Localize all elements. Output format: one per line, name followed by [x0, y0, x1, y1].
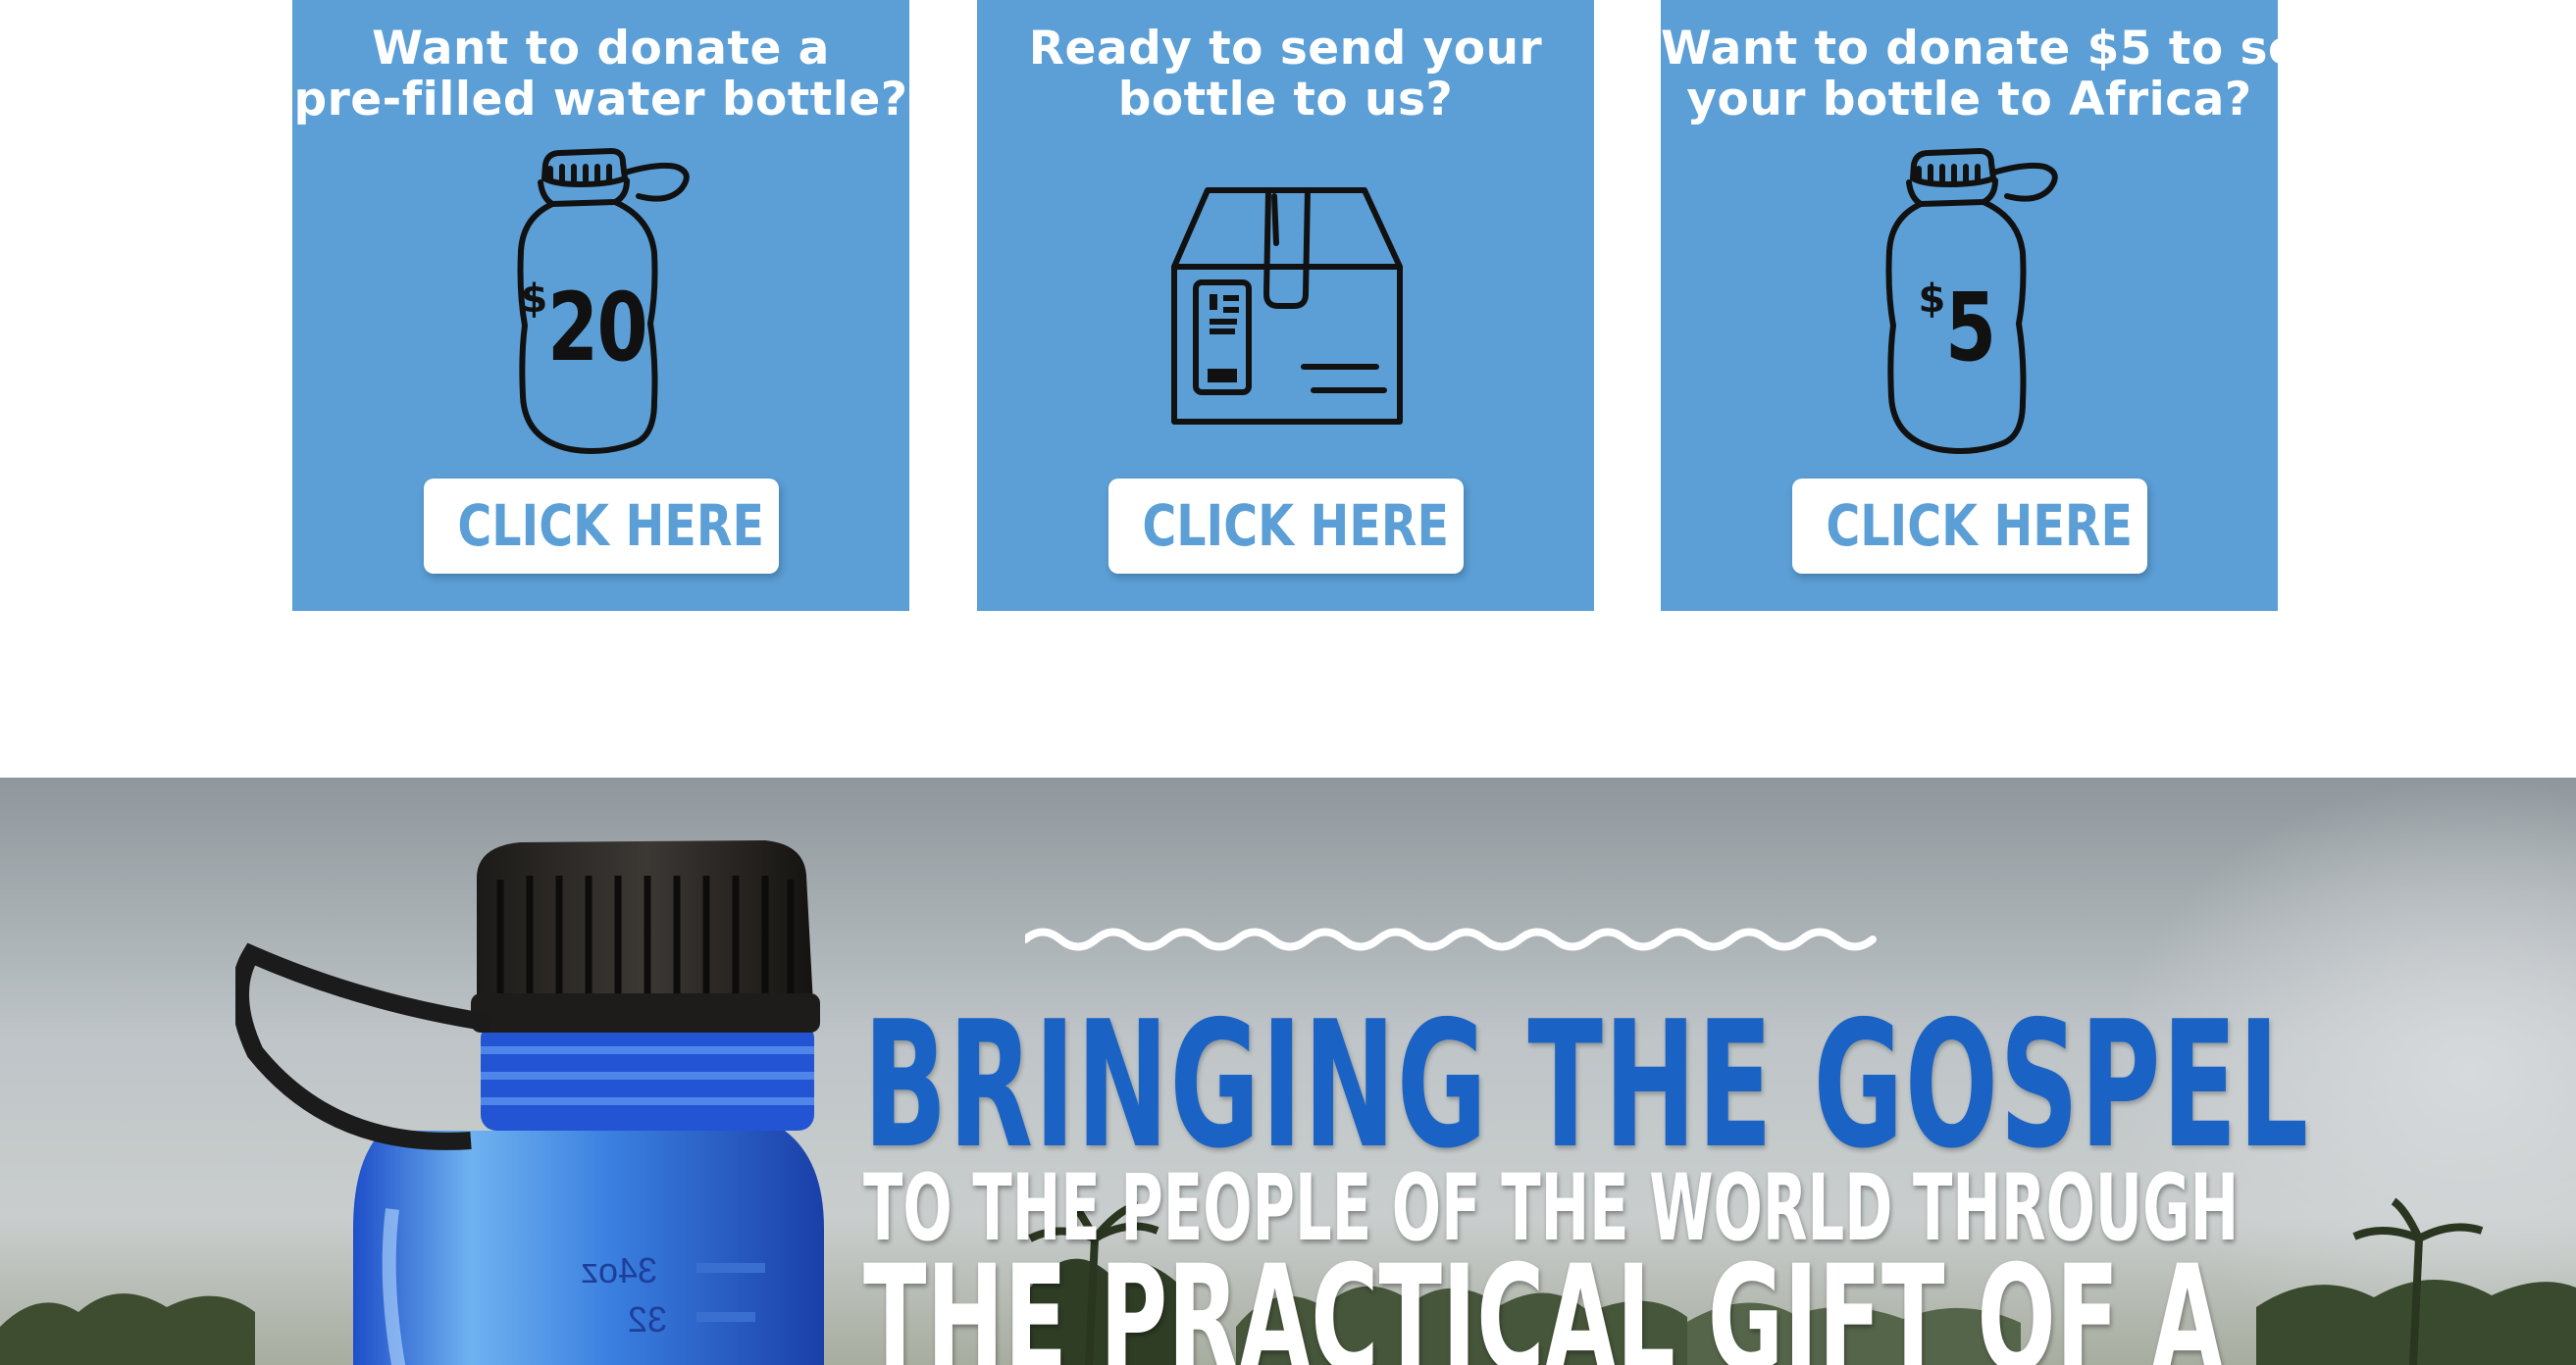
price-symbol: $	[520, 277, 548, 322]
price-label: $20	[521, 273, 658, 382]
donate-five-click-button[interactable]: CLICK HERE	[1791, 479, 2147, 574]
wave-divider	[1025, 928, 1877, 951]
hero-line-three: THE PRACTICAL GIFT OF A	[863, 1235, 2224, 1365]
hero-banner: 34oz 32 BRINGING THE GOSPEL TO THE PEOPL…	[0, 778, 2576, 1365]
card-title-line: bottle to us?	[1117, 73, 1454, 126]
donate-prefilled-click-button[interactable]: CLICK HERE	[423, 479, 779, 574]
price-value: 5	[1945, 273, 1997, 382]
donation-options: Want to donate a pre-filled water bottle…	[0, 0, 2576, 612]
donate-prefilled-bottle-card: Want to donate a pre-filled water bottle…	[292, 0, 909, 611]
price-value: 20	[547, 273, 648, 382]
button-label: CLICK HERE	[456, 492, 764, 559]
water-bottle-icon: $20	[501, 145, 701, 457]
send-bottle-click-button[interactable]: CLICK HERE	[1108, 479, 1464, 574]
price-symbol: $	[1918, 277, 1946, 322]
card-title-line: your bottle to Africa?	[1686, 73, 2252, 126]
bottle-mark-32: 32	[628, 1299, 667, 1340]
hero-headline: BRINGING THE GOSPEL	[863, 984, 2310, 1187]
card-title: Want to donate a pre-filled water bottle…	[292, 24, 909, 126]
price-label: $5	[1919, 273, 2036, 382]
card-title-line: Want to donate $5 to send	[1661, 22, 2367, 76]
button-label: CLICK HERE	[1141, 492, 1449, 559]
card-title-line: pre-filled water bottle?	[293, 73, 908, 126]
card-title: Want to donate $5 to send your bottle to…	[1661, 22, 2367, 126]
bottle-mark-34oz: 34oz	[581, 1250, 657, 1290]
card-title-line: Want to donate a	[372, 22, 830, 76]
water-bottle-icon: $5	[1870, 145, 2070, 457]
shipping-box-icon	[1166, 184, 1406, 426]
button-label: CLICK HERE	[1825, 492, 2133, 559]
card-title: Ready to send your bottle to us?	[977, 24, 1594, 126]
donate-five-dollars-card: Want to donate $5 to send your bottle to…	[1661, 0, 2367, 611]
send-bottle-card: Ready to send your bottle to us? CLICK H…	[977, 0, 1594, 611]
card-title-line: Ready to send your	[1028, 22, 1543, 76]
